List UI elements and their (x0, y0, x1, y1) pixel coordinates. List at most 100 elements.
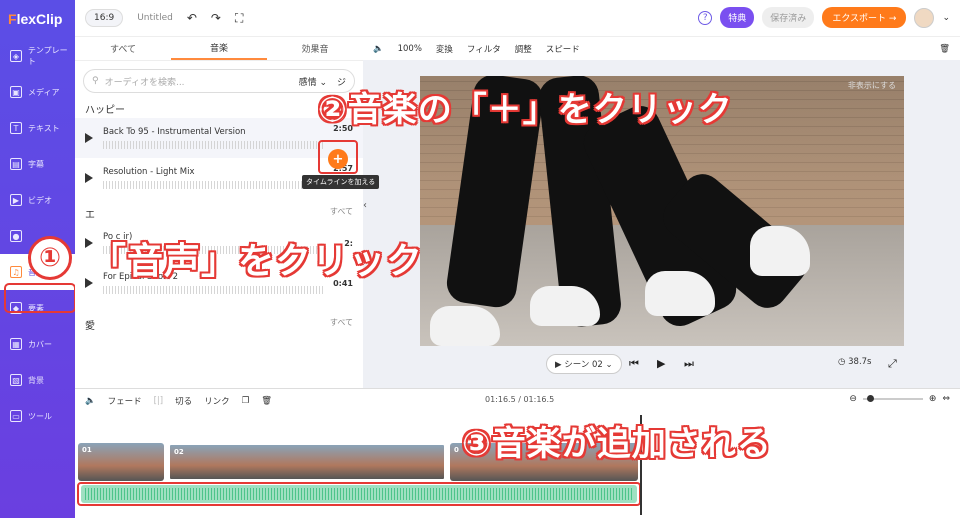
scene-selector[interactable]: ▶ シーン 02 ⌄ (546, 354, 622, 374)
music-clip-highlight (77, 482, 641, 506)
collapse-panel-icon[interactable]: ‹ (363, 200, 367, 211)
sidebar-item-video[interactable]: ▶ ビデオ (0, 182, 75, 218)
background-icon: ▧ (10, 374, 22, 386)
step2-caption: ②音楽の「＋」をクリック (318, 90, 733, 130)
track-name: Resolution - Light Mix (103, 167, 195, 177)
chevron-down-icon[interactable]: ⌄ (942, 13, 950, 23)
media-icon: ▣ (10, 86, 22, 98)
video-clip[interactable]: 01 (78, 443, 164, 481)
sidebar-item-label: メディア (28, 87, 60, 97)
tab-sound-effects[interactable]: 効果音 (267, 37, 363, 60)
total-duration: ◷ 38.7s (838, 357, 872, 367)
audio-nav-highlight (4, 283, 76, 313)
volume-icon[interactable]: 🔈 (373, 44, 384, 54)
subtitle-icon: ▤ (10, 158, 22, 170)
project-title[interactable]: Untitled (137, 13, 173, 23)
audio-search[interactable]: ⚲ オーディオを検索... 感情 ⌄ ジ (83, 69, 355, 93)
step3-caption: ③音楽が追加される (462, 424, 772, 464)
split-icon[interactable]: [|] (154, 396, 164, 406)
adjust-button[interactable]: 調整 (515, 43, 532, 55)
play-icon[interactable] (85, 173, 93, 183)
text-icon: T (10, 122, 22, 134)
hide-watermark-label[interactable]: 非表示にする (848, 80, 896, 91)
search-input[interactable]: オーディオを検索... (105, 75, 185, 88)
see-all-link[interactable]: すべて (330, 206, 353, 221)
filter-button[interactable]: フィルタ (467, 43, 501, 55)
sidebar-item-label: テンプレート (27, 46, 68, 66)
cover-icon: ▦ (10, 338, 22, 350)
next-icon[interactable]: ⏭ (684, 357, 694, 371)
sidebar-item-label: ビデオ (28, 195, 52, 205)
sidebar-item-text[interactable]: T テキスト (0, 110, 75, 146)
see-all-link[interactable]: すべて (330, 317, 353, 332)
step1-caption: 「音声」をクリック (90, 241, 424, 282)
waveform (103, 181, 323, 189)
fade-button[interactable]: フェード (108, 395, 142, 407)
export-button[interactable]: エクスポート → (822, 7, 907, 28)
sidebar-item-label: ツール (28, 411, 52, 421)
sidebar-item-toolbox[interactable]: ▭ ツール (0, 398, 75, 434)
sidebar-item-media[interactable]: ▣ メディア (0, 74, 75, 110)
waveform (103, 141, 323, 149)
timeline-zoom: ⊖ ⊕ ⇔ (849, 394, 950, 404)
sidebar-item-background[interactable]: ▧ 背景 (0, 362, 75, 398)
aspect-ratio-button[interactable]: 16:9 (85, 9, 124, 27)
volume-icon[interactable]: 🔈 (85, 396, 96, 406)
add-to-timeline-tooltip: タイムラインを加える (302, 175, 380, 189)
zoom-in-icon[interactable]: ⊕ (929, 394, 937, 404)
section-love: 愛すべて (85, 317, 353, 332)
special-offer-button[interactable]: 特典 (720, 7, 755, 28)
cut-button[interactable]: 切る (175, 395, 192, 407)
top-bar: 16:9 Untitled ↶ ↷ ⛶ ? 特典 保存済み エクスポート → ⌄ (75, 0, 960, 36)
zoom-slider-knob[interactable] (866, 395, 874, 402)
sidebar-item-label: テキスト (28, 123, 60, 133)
fit-icon[interactable]: ⇔ (942, 394, 950, 404)
sidebar-item-layers[interactable]: ◈ テンプレート (0, 38, 75, 74)
link-button[interactable]: リンク (204, 395, 230, 407)
search-icon: ⚲ (92, 76, 99, 86)
help-icon[interactable]: ? (698, 10, 713, 25)
sidebar-item-cover[interactable]: ▦ カバー (0, 326, 75, 362)
audio-tabs: すべて 音楽 効果音 (75, 37, 363, 61)
shoe-shape (430, 306, 500, 346)
waveform (103, 286, 323, 294)
speed-button[interactable]: スピード (546, 43, 580, 55)
play-icon[interactable]: ▶ (657, 357, 665, 370)
zoom-slider[interactable] (862, 395, 923, 402)
zoom-out-icon[interactable]: ⊖ (849, 394, 857, 404)
user-avatar[interactable] (914, 7, 935, 28)
trash-icon[interactable]: 🗑 (939, 44, 950, 54)
sidebar-item-subtitle[interactable]: ▤ 字幕 (0, 146, 75, 182)
track-name: Back To 95 - Instrumental Version (103, 127, 246, 137)
section-epic: エすべて (85, 206, 353, 221)
redo-icon[interactable]: ↷ (211, 11, 221, 25)
duplicate-icon[interactable]: ❐ (242, 396, 250, 406)
trash-icon[interactable]: 🗑 (261, 396, 272, 406)
timeline-time: 01:16.5 / 01:16.5 (485, 395, 555, 404)
zoom-select[interactable]: 100% (398, 44, 422, 54)
previous-icon[interactable]: ⏮ (629, 357, 639, 371)
undo-icon[interactable]: ↶ (187, 11, 197, 25)
expand-icon[interactable]: ⤢ (888, 357, 897, 371)
tab-all[interactable]: すべて (75, 37, 171, 60)
layers-icon: ◈ (10, 50, 22, 62)
saved-status: 保存済み (762, 7, 815, 28)
editor-toolbar: 🔈 100% 変換 フィルタ 調整 スピード 🗑 (363, 36, 960, 60)
tab-music[interactable]: 音楽 (171, 37, 267, 60)
sidebar-item-label: 背景 (28, 375, 44, 385)
play-icon[interactable] (85, 133, 93, 143)
video-icon: ▶ (10, 194, 22, 206)
record-icon: ● (10, 230, 22, 242)
shoe-shape (530, 286, 600, 326)
shoe-shape (645, 271, 715, 316)
fullscreen-icon[interactable]: ⛶ (235, 11, 243, 26)
add-to-timeline-button[interactable]: + (328, 149, 348, 169)
video-clip[interactable]: 02 (168, 443, 446, 481)
step1-number: ① (28, 236, 72, 280)
sidebar-item-label: カバー (28, 339, 52, 349)
toolbox-icon: ▭ (10, 410, 22, 422)
sidebar-item-label: 字幕 (28, 159, 44, 169)
music-note-icon: ♫ (10, 266, 22, 278)
flexclip-logo[interactable]: FlexClip (0, 0, 75, 38)
transform-button[interactable]: 変換 (436, 43, 453, 55)
